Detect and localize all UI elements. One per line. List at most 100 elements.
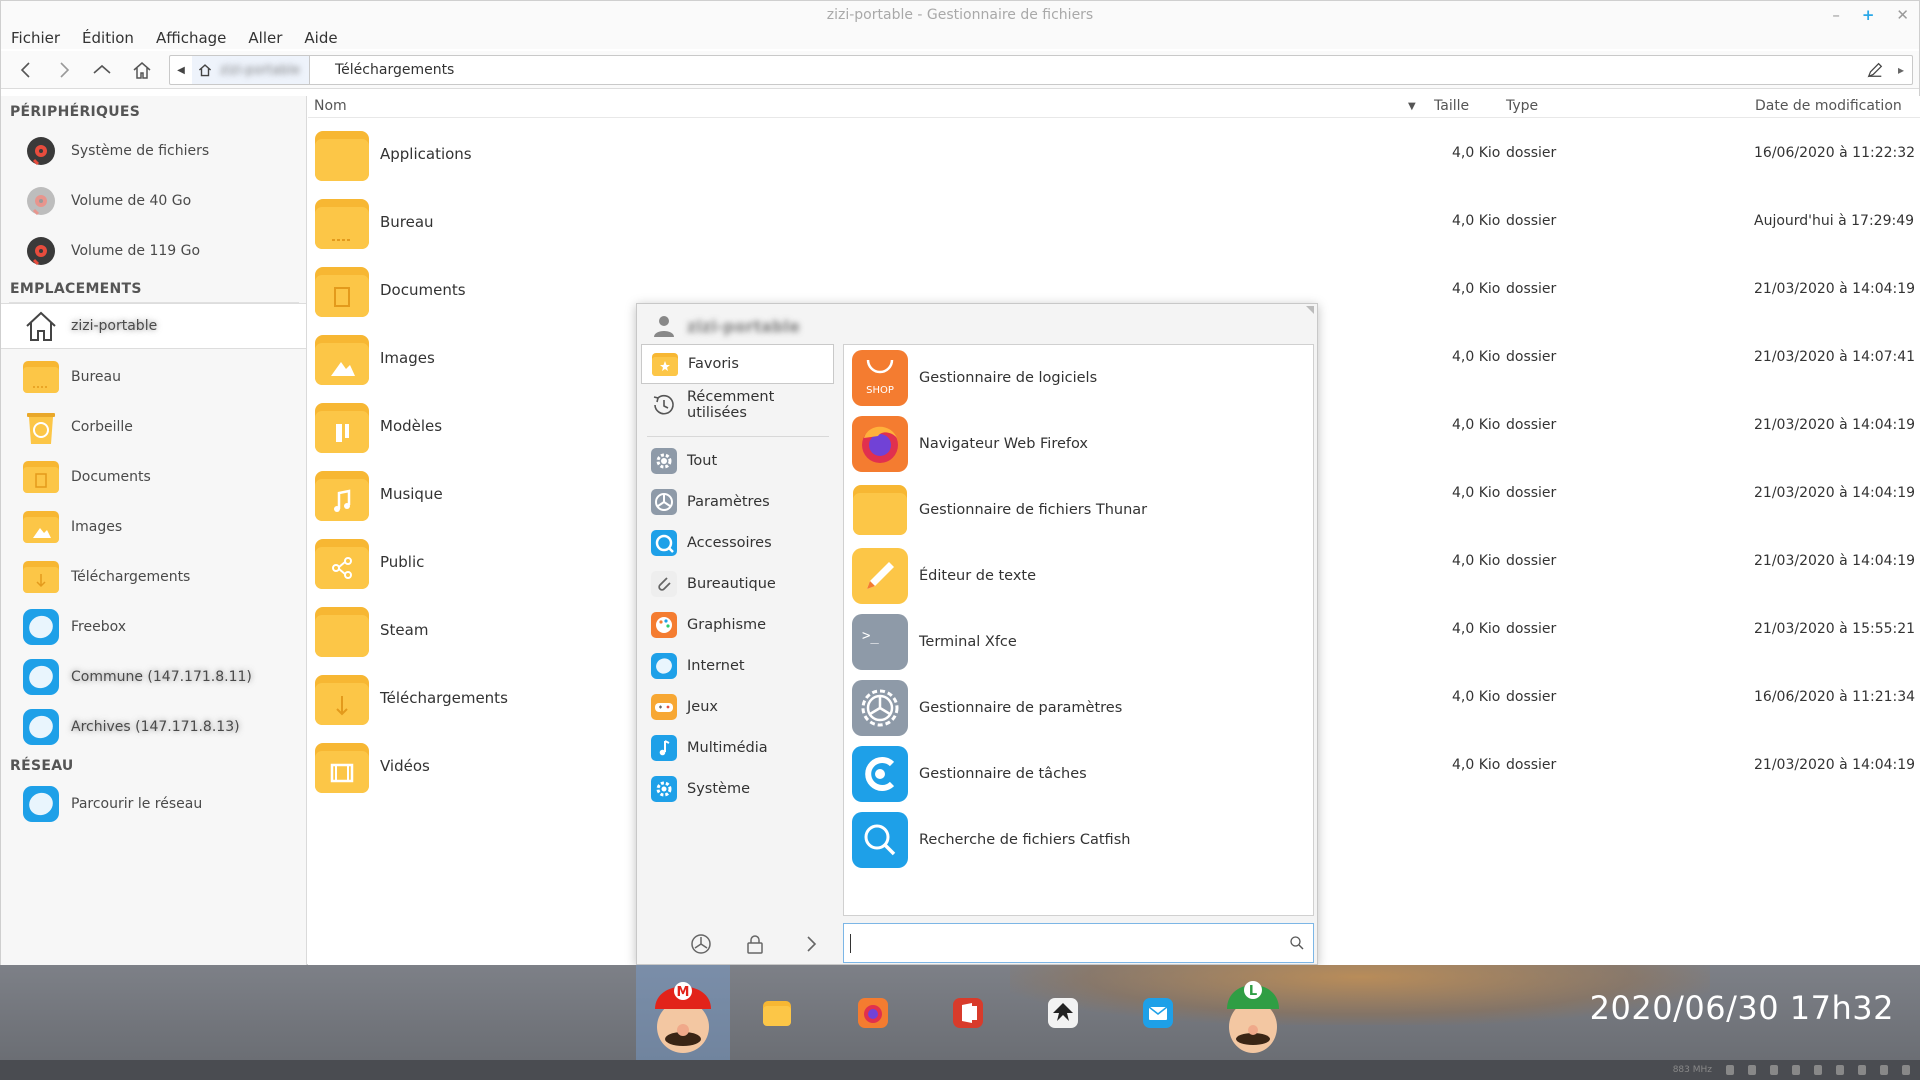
firefox-icon: [858, 997, 888, 1028]
wifi-icon[interactable]: [1858, 1065, 1866, 1075]
sidebar-item-filesystem[interactable]: Système de fichiers: [1, 128, 306, 174]
sidebar-item-images[interactable]: Images: [1, 504, 306, 550]
app-terminal[interactable]: >_ Terminal Xfce: [844, 609, 1313, 675]
file-type: dossier: [1506, 349, 1557, 365]
dock-office[interactable]: [943, 965, 993, 1060]
window-title: zizi-portable - Gestionnaire de fichiers: [1, 1, 1919, 29]
breadcrumb-home[interactable]: zizi-portable: [192, 56, 310, 84]
close-button[interactable]: ✕: [1896, 6, 1909, 24]
app-firefox[interactable]: Navigateur Web Firefox: [844, 411, 1313, 477]
toolbar: ◀ zizi-portable Téléchargements ▸: [1, 51, 1919, 89]
category-label: Paramètres: [687, 494, 770, 510]
dock-firefox[interactable]: [848, 965, 898, 1060]
up-button[interactable]: [87, 57, 117, 83]
path-scroll-right-icon[interactable]: ▸: [1898, 60, 1904, 80]
logout-button[interactable]: [797, 930, 825, 958]
menu-affichage[interactable]: Affichage: [156, 27, 226, 49]
category-recent[interactable]: Récemment utilisées: [641, 385, 834, 425]
column-headers: Nom ▼ Taille Type Date de modification: [308, 96, 1920, 118]
column-date[interactable]: Date de modification: [1755, 98, 1902, 114]
category-accessoires[interactable]: Accessoires: [641, 523, 834, 563]
maximize-button[interactable]: +: [1862, 6, 1875, 24]
sidebar-item-volume-119[interactable]: Volume de 119 Go: [1, 228, 306, 274]
chevron-right-icon: [807, 936, 817, 952]
dock-inkscape[interactable]: [1038, 965, 1088, 1060]
file-size: 4,0 Kio: [1452, 621, 1501, 637]
dock-mail[interactable]: [1133, 965, 1183, 1060]
accessories-icon: [650, 529, 678, 557]
dock-file-manager[interactable]: [752, 965, 802, 1060]
battery-icon[interactable]: [1792, 1065, 1800, 1075]
sidebar-item-archives[interactable]: Archives (147.171.8.13): [1, 704, 306, 750]
sidebar-item-commune[interactable]: Commune (147.171.8.11): [1, 654, 306, 700]
column-name[interactable]: Nom: [314, 98, 347, 114]
menu-aide[interactable]: Aide: [304, 27, 337, 49]
volume-icon[interactable]: [1748, 1065, 1756, 1075]
sidebar-item-home[interactable]: zizi-portable: [1, 303, 306, 349]
sidebar-item-corbeille[interactable]: Corbeille: [1, 404, 306, 450]
file-name: Musique: [380, 485, 443, 503]
app-settings-manager[interactable]: Gestionnaire de paramètres: [844, 675, 1313, 741]
category-bureautique[interactable]: Bureautique: [641, 564, 834, 604]
column-type[interactable]: Type: [1506, 98, 1538, 114]
sort-descending-icon[interactable]: ▼: [1408, 101, 1416, 112]
category-internet[interactable]: Internet: [641, 646, 834, 686]
sidebar-item-volume-40[interactable]: Volume de 40 Go: [1, 178, 306, 224]
music-note-icon: [650, 734, 678, 762]
sidebar-item-documents[interactable]: Documents: [1, 454, 306, 500]
menu-aller[interactable]: Aller: [248, 27, 282, 49]
category-jeux[interactable]: Jeux: [641, 687, 834, 727]
back-button[interactable]: [11, 57, 41, 83]
lock-icon: [747, 935, 763, 954]
bluetooth-icon[interactable]: [1814, 1065, 1822, 1075]
sidebar-item-browse-network[interactable]: Parcourir le réseau: [1, 781, 306, 827]
category-favoris[interactable]: Favoris: [641, 344, 834, 384]
clipboard-icon[interactable]: [1770, 1065, 1778, 1075]
path-bar[interactable]: ◀ zizi-portable Téléchargements ▸: [169, 55, 1913, 85]
folder-downloads-icon: [315, 675, 369, 725]
app-thunar[interactable]: Gestionnaire de fichiers Thunar: [844, 477, 1313, 543]
path-scroll-left-icon[interactable]: ◀: [174, 62, 188, 78]
table-row[interactable]: Applications 4,0 Kio dossier 16/06/2020 …: [308, 119, 1920, 187]
notifications-icon[interactable]: [1902, 1065, 1910, 1075]
edit-path-icon[interactable]: [1866, 61, 1884, 79]
power-icon[interactable]: [1880, 1065, 1888, 1075]
menu-fichier[interactable]: Fichier: [11, 27, 60, 49]
folder-downloads-icon: [21, 557, 61, 597]
category-systeme[interactable]: Système: [641, 769, 834, 809]
dock-luigi-launcher[interactable]: L: [1206, 965, 1300, 1060]
table-row[interactable]: Bureau 4,0 Kio dossier Aujourd'hui à 17:…: [308, 187, 1920, 255]
sidebar-item-bureau[interactable]: Bureau: [1, 354, 306, 400]
home-button[interactable]: [127, 57, 157, 83]
minimize-button[interactable]: –: [1832, 6, 1840, 24]
settings-button[interactable]: [687, 930, 715, 958]
menu-edition[interactable]: Édition: [82, 27, 134, 49]
file-size: 4,0 Kio: [1452, 417, 1501, 433]
file-type: dossier: [1506, 417, 1557, 433]
category-multimedia[interactable]: Multimédia: [641, 728, 834, 768]
gamepad-icon: [650, 693, 678, 721]
breadcrumb-current[interactable]: Téléchargements: [335, 56, 454, 84]
lock-screen-button[interactable]: [741, 930, 769, 958]
category-tout[interactable]: Tout: [641, 441, 834, 481]
sidebar-item-telechargements[interactable]: Téléchargements: [1, 554, 306, 600]
file-date: 21/03/2020 à 14:04:19: [1754, 417, 1916, 433]
disk-icon: [21, 181, 61, 221]
search-input[interactable]: [843, 923, 1314, 963]
app-task-manager[interactable]: Gestionnaire de tâches: [844, 741, 1313, 807]
folder-public-icon: [315, 539, 369, 589]
sidebar-item-freebox[interactable]: Freebox: [1, 604, 306, 650]
dock-mario-launcher[interactable]: M: [636, 965, 730, 1060]
resize-handle-icon[interactable]: [1306, 306, 1314, 314]
power-icon[interactable]: [1836, 1065, 1844, 1075]
category-parametres[interactable]: Paramètres: [641, 482, 834, 522]
app-text-editor[interactable]: Éditeur de texte: [844, 543, 1313, 609]
brightness-icon[interactable]: [1726, 1065, 1734, 1075]
forward-button[interactable]: [49, 57, 79, 83]
category-label: Bureautique: [687, 576, 776, 592]
app-catfish[interactable]: Recherche de fichiers Catfish: [844, 807, 1313, 873]
sidebar-item-label: zizi-portable: [71, 318, 158, 334]
column-size[interactable]: Taille: [1434, 98, 1469, 114]
app-gestionnaire-logiciels[interactable]: SHOP Gestionnaire de logiciels: [844, 345, 1313, 411]
category-graphisme[interactable]: Graphisme: [641, 605, 834, 645]
